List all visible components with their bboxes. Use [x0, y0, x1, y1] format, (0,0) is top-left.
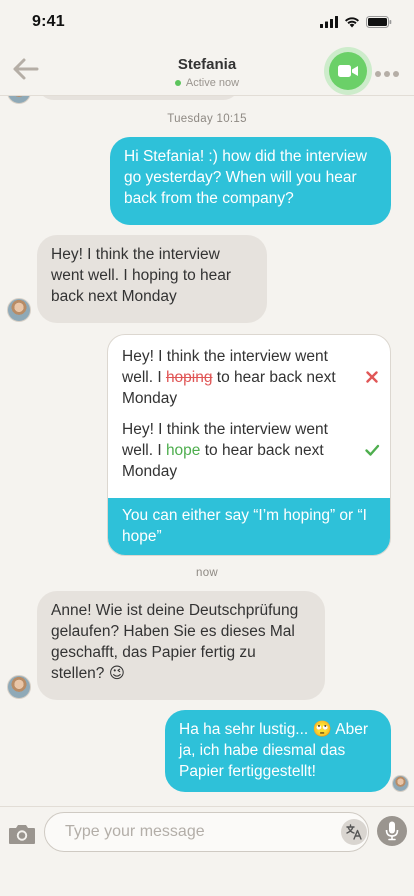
- video-call-button[interactable]: [329, 52, 367, 90]
- camera-button[interactable]: [8, 823, 36, 845]
- message-input[interactable]: [65, 813, 325, 851]
- check-icon: [365, 444, 380, 456]
- outgoing-message[interactable]: Ha ha sehr lustig... 🙄 Aber ja, ich habe…: [165, 710, 391, 792]
- incorrect-sentence: Hey! I think the interview went well. I …: [122, 346, 362, 409]
- chat-header: Stefania Active now: [0, 44, 414, 96]
- online-dot: [174, 80, 181, 86]
- contact-avatar: [7, 298, 31, 322]
- contact-avatar: [7, 96, 31, 104]
- battery-icon: [366, 16, 392, 28]
- outgoing-message[interactable]: Hi Stefania! :) how did the interview go…: [110, 137, 391, 225]
- signal-icon: [320, 16, 338, 28]
- read-receipt-avatar: [392, 775, 409, 792]
- presence-status: Active now: [174, 77, 240, 89]
- microphone-icon: [385, 821, 399, 841]
- more-options-button[interactable]: [374, 66, 400, 77]
- status-icons: [320, 16, 392, 28]
- timestamp-separator: now: [196, 567, 218, 579]
- chat-thread[interactable]: Tuesday 10:15 Hi Stefania! :) how did th…: [0, 96, 414, 806]
- grammar-correction-card[interactable]: Hey! I think the interview went well. I …: [107, 334, 391, 556]
- video-camera-icon: [338, 65, 358, 77]
- previous-message-bubble[interactable]: [37, 96, 240, 100]
- presence-label: Active now: [185, 77, 240, 89]
- incoming-message[interactable]: Hey! I think the interview went well. I …: [37, 235, 267, 323]
- status-time: 9:41: [32, 13, 65, 30]
- translate-icon: [346, 824, 362, 840]
- translate-button[interactable]: [341, 819, 367, 845]
- cross-icon: [366, 371, 378, 383]
- status-bar: 9:41: [0, 0, 414, 44]
- correction-tip: You can either say “I’m hoping” or “I ho…: [108, 498, 390, 555]
- message-composer: [0, 806, 414, 896]
- camera-icon: [9, 825, 35, 844]
- contact-avatar: [7, 675, 31, 699]
- wifi-icon: [345, 17, 359, 28]
- corrected-word: hope: [165, 442, 201, 459]
- incorrect-word: hoping: [165, 369, 213, 386]
- more-dots-icon: [375, 71, 399, 77]
- message-field[interactable]: [44, 812, 369, 852]
- timestamp-separator: Tuesday 10:15: [167, 113, 247, 125]
- incoming-message[interactable]: Anne! Wie ist deine Deutschprüfung gelau…: [37, 591, 325, 700]
- corrected-sentence: Hey! I think the interview went well. I …: [122, 419, 362, 482]
- microphone-button[interactable]: [377, 816, 407, 846]
